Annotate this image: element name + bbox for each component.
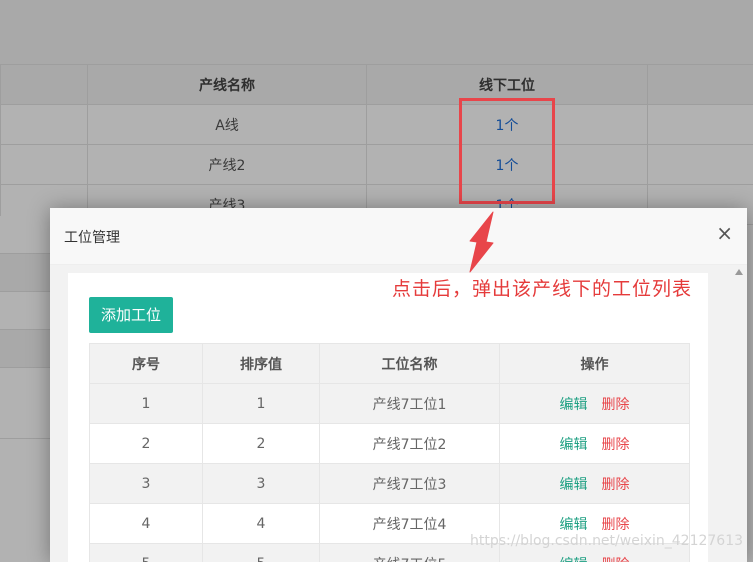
dialog-title: 工位管理 [64,230,120,246]
sort-cell: 5 [202,543,320,562]
annotation-text: 点击后，弹出该产线下的工位列表 [392,274,693,301]
edit-link[interactable]: 编辑 [560,557,588,562]
scroll-up-arrow-icon[interactable] [735,269,743,275]
delete-link[interactable]: 删除 [602,477,630,493]
dialog-body: 添加工位 序号 排序值 工位名称 操作 1 1 产线7工位1 编辑 删除 2 2… [50,265,747,562]
add-station-button[interactable]: 添加工位 [89,297,174,333]
column-header-sort: 排序值 [202,343,320,384]
content-panel: 添加工位 序号 排序值 工位名称 操作 1 1 产线7工位1 编辑 删除 2 2… [68,273,708,562]
station-table: 序号 排序值 工位名称 操作 1 1 产线7工位1 编辑 删除 2 2 产线7工位 [89,343,690,562]
highlight-box [459,98,555,204]
dialog-header: 工位管理 [50,208,747,265]
index-cell: 2 [89,423,203,464]
actions-cell: 编辑删除 [499,383,690,424]
actions-cell: 编辑删除 [499,463,690,504]
station-management-dialog: 工位管理 × 添加工位 序号 排序值 工位名称 操作 1 1 产线7工位1 编辑 [50,208,747,562]
watermark-text: https://blog.csdn.net/weixin_42127613 [470,533,744,549]
index-cell: 1 [89,383,203,424]
edit-link[interactable]: 编辑 [560,397,588,413]
actions-cell: 编辑删除 [499,423,690,464]
index-cell: 4 [89,503,203,544]
delete-link[interactable]: 删除 [602,437,630,453]
edit-link[interactable]: 编辑 [560,477,588,493]
table-row: 2 2 产线7工位2 编辑 删除 [89,423,690,464]
edit-link[interactable]: 编辑 [560,517,588,533]
table-row: 1 1 产线7工位1 编辑 删除 [89,383,690,424]
edit-link[interactable]: 编辑 [560,437,588,453]
station-name-cell: 产线7工位2 [319,423,500,464]
column-header-station-name: 工位名称 [319,343,500,384]
delete-link[interactable]: 删除 [602,557,630,562]
delete-link[interactable]: 删除 [602,517,630,533]
sort-cell: 1 [202,383,320,424]
delete-link[interactable]: 删除 [602,397,630,413]
column-header-actions: 操作 [499,343,690,384]
sort-cell: 2 [202,423,320,464]
station-name-cell: 产线7工位1 [319,383,500,424]
table-row: 3 3 产线7工位3 编辑 删除 [89,463,690,504]
station-name-cell: 产线7工位3 [319,463,500,504]
index-cell: 5 [89,543,203,562]
close-icon[interactable]: × [716,222,733,244]
index-cell: 3 [89,463,203,504]
station-header-row: 序号 排序值 工位名称 操作 [89,343,690,384]
sort-cell: 3 [202,463,320,504]
sort-cell: 4 [202,503,320,544]
column-header-index: 序号 [89,343,203,384]
